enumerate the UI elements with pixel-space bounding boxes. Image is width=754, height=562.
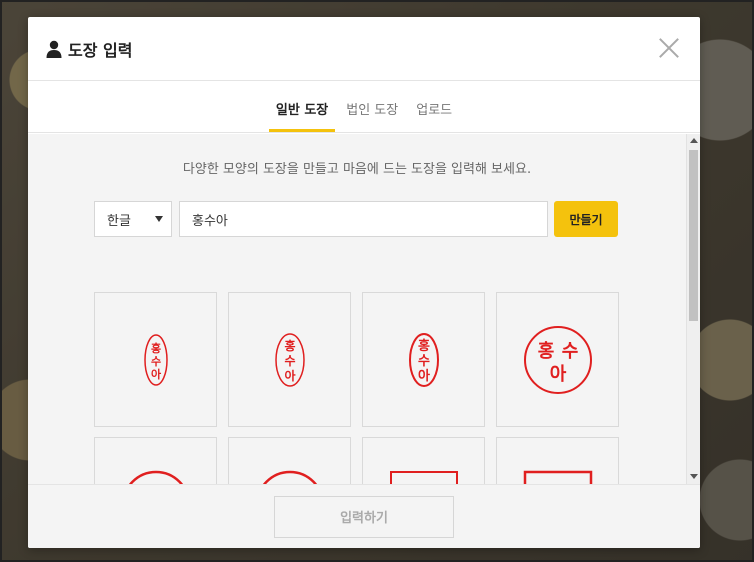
tab-general-stamp[interactable]: 일반 도장 bbox=[268, 99, 336, 132]
svg-text:홍: 홍 bbox=[537, 340, 554, 362]
close-icon[interactable] bbox=[658, 37, 680, 59]
modal-header: 도장 입력 bbox=[28, 17, 700, 81]
submit-button[interactable]: 입력하기 bbox=[274, 495, 454, 538]
stamp-grid: 홍 수 아 홍 수 아 홍 수 아 홍 수 아 bbox=[94, 292, 619, 484]
content-scrollbar[interactable] bbox=[686, 134, 700, 484]
stamp-option[interactable]: 홍 수 아 bbox=[362, 292, 485, 427]
svg-text:수: 수 bbox=[561, 341, 578, 362]
stamp-option[interactable]: 홍 수 아 bbox=[94, 437, 217, 484]
scroll-down-icon[interactable] bbox=[690, 474, 698, 479]
stamp-form: 한글 만들기 bbox=[94, 201, 618, 237]
svg-text:수: 수 bbox=[284, 354, 295, 368]
tab-corporate-stamp[interactable]: 법인 도장 bbox=[339, 99, 405, 132]
tab-upload[interactable]: 업로드 bbox=[409, 99, 459, 132]
svg-text:수: 수 bbox=[150, 355, 160, 368]
scrollbar-thumb[interactable] bbox=[689, 150, 698, 321]
stamp-oval-bold: 홍 수 아 bbox=[408, 332, 439, 387]
stamp-content-area: 다양한 모양의 도장을 만들고 마음에 드는 도장을 입력해 보세요. 한글 만… bbox=[28, 134, 700, 484]
scroll-up-icon[interactable] bbox=[690, 138, 698, 143]
language-select[interactable]: 한글 bbox=[94, 201, 172, 237]
stamp-option[interactable]: 홍 수 아 bbox=[496, 437, 619, 484]
stamp-option[interactable]: 홍 수 아 bbox=[496, 292, 619, 427]
description-text: 다양한 모양의 도장을 만들고 마음에 드는 도장을 입력해 보세요. bbox=[182, 162, 532, 177]
stamp-oval-script: 홍 수 아 bbox=[143, 333, 168, 386]
svg-text:아: 아 bbox=[284, 368, 295, 383]
stamp-circle-plain: 홍 수 아 bbox=[262, 470, 317, 484]
stamp-oval-plain: 홍 수 아 bbox=[274, 332, 305, 387]
stamp-option[interactable]: 홍 수 아 bbox=[94, 292, 217, 427]
stamp-square-bold: 홍 수 아 bbox=[523, 470, 592, 484]
tab-bar: 일반 도장 법인 도장 업로드 bbox=[28, 81, 700, 133]
user-icon bbox=[46, 40, 62, 58]
name-input[interactable] bbox=[179, 201, 548, 237]
stamp-circle-bold: 홍 수 아 bbox=[128, 470, 183, 484]
svg-text:홍: 홍 bbox=[284, 338, 295, 353]
stamp-square-script: 홍 수 아 bbox=[389, 470, 458, 484]
stamp-circle-script: 홍 수 아 bbox=[523, 325, 592, 394]
language-select-value: 한글 bbox=[107, 213, 131, 229]
svg-text:아: 아 bbox=[150, 367, 161, 381]
stamp-option[interactable]: 홍 수 아 bbox=[228, 437, 351, 484]
caret-down-icon bbox=[155, 216, 163, 222]
modal-title: 도장 입력 bbox=[68, 40, 133, 60]
stamp-option[interactable]: 홍 수 아 bbox=[228, 292, 351, 427]
svg-text:홍: 홍 bbox=[418, 338, 430, 354]
make-button[interactable]: 만들기 bbox=[554, 201, 618, 237]
svg-text:아: 아 bbox=[549, 364, 566, 385]
svg-text:홍: 홍 bbox=[150, 341, 160, 355]
stamp-input-modal: 도장 입력 일반 도장 법인 도장 업로드 다양한 모양의 도장을 만들고 마음… bbox=[28, 17, 700, 548]
svg-text:아: 아 bbox=[418, 368, 430, 384]
stamp-option[interactable]: 홍 수 아 bbox=[362, 437, 485, 484]
modal-footer: 입력하기 bbox=[28, 484, 700, 548]
svg-text:수: 수 bbox=[418, 354, 430, 369]
